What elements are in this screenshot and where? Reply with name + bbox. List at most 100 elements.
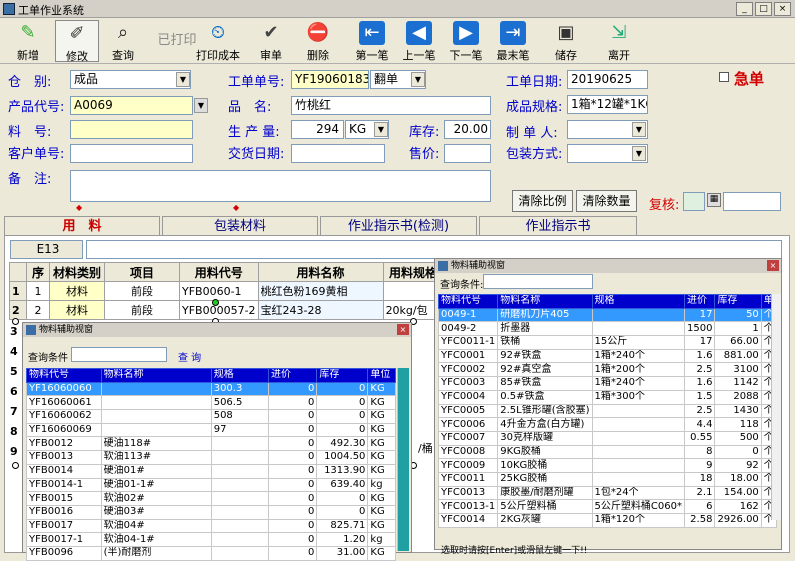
close-icon[interactable]: ×: [767, 260, 779, 271]
list-cell: [210, 491, 269, 506]
cell-item[interactable]: 前段: [104, 281, 180, 301]
query-input[interactable]: [71, 347, 167, 362]
cell-category[interactable]: 材料: [49, 300, 105, 320]
cell-seq[interactable]: 2: [26, 300, 50, 320]
price-field[interactable]: [444, 144, 491, 163]
chevron-down-icon[interactable]: ▼: [194, 98, 208, 113]
review-button[interactable]: ✔ 审单: [249, 20, 293, 62]
chevron-down-icon[interactable]: ▼: [374, 122, 388, 137]
chevron-down-icon[interactable]: ▼: [632, 146, 646, 161]
list-item[interactable]: YFC0001 92#铁盒 1箱*240个 1.6 881.00 个: [437, 348, 777, 364]
review-field[interactable]: [683, 192, 705, 211]
close-window-button[interactable]: ×: [774, 2, 791, 16]
exit-button[interactable]: ⇲ 离开: [597, 20, 641, 62]
cell-item[interactable]: 前段: [104, 300, 180, 320]
list-item[interactable]: YFC0006 4升金方盒(白方罐) 4.4 118 个: [437, 417, 777, 432]
minimize-button[interactable]: _: [736, 2, 753, 16]
save-button[interactable]: ▣ 储存: [544, 20, 588, 62]
rotate-handle[interactable]: [212, 299, 219, 306]
delivery-field[interactable]: [291, 144, 385, 163]
list-item[interactable]: YF16060069 97 0 0 KG: [26, 422, 396, 438]
product-name-field[interactable]: 竹桃红: [291, 96, 491, 115]
scrollbar[interactable]: [771, 294, 781, 520]
cell-name[interactable]: 桃红色粉169黄相: [257, 281, 384, 301]
prev-record-button[interactable]: ◀ 上一笔: [397, 20, 441, 62]
remark-textarea[interactable]: [70, 170, 491, 202]
cell-name[interactable]: 宝红243-28: [257, 300, 384, 320]
list-item[interactable]: YFB0017-1 软油04-1# 0 1.20 kg: [26, 532, 396, 547]
list-item[interactable]: YFB0013 软油113# 0 1004.50 KG: [26, 450, 396, 465]
product-code-field[interactable]: A0069: [70, 96, 193, 115]
list-item[interactable]: YFC0002 92#真空盒 1箱*200个 2.5 3100 个: [437, 362, 777, 378]
tab-instruction[interactable]: 作业指示书: [479, 216, 637, 235]
cell-category[interactable]: 材料: [49, 281, 105, 301]
cell-seq[interactable]: 1: [26, 281, 50, 301]
list-item[interactable]: YFB0015 软油02# 0 0 KG: [26, 491, 396, 506]
list-item[interactable]: 0049-1 研磨机刀片405 17 50 个: [437, 307, 777, 323]
list-item[interactable]: YF16060060 300.3 0 0 KG: [26, 381, 396, 397]
list-item[interactable]: YFC0013 康胶墨/耐磨剂罐 1包*24个 2.1 154.00 个: [437, 485, 777, 501]
query-button[interactable]: ⌕ 查询: [101, 20, 145, 62]
list-item[interactable]: YF16060062 508 0 0 KG: [26, 409, 396, 424]
list-item[interactable]: YFC0013-1 5公斤塑料桶 5公斤塑料桶C060* 6 162 个: [437, 499, 777, 514]
warehouse-select[interactable]: 成品: [70, 70, 191, 89]
list-item[interactable]: YFC0005 2.5L锥形罐(含胶塞) 2.5 1430 个: [437, 403, 777, 419]
list-item[interactable]: YFC0014 2KG灰罐 1箱*120个 2.58 2926.00 个: [437, 513, 777, 528]
tab-packaging[interactable]: 包装材料: [162, 216, 318, 235]
next-record-button[interactable]: ▶ 下一笔: [444, 20, 488, 62]
list-cell: KG: [367, 395, 396, 411]
stock-field[interactable]: 20.00: [444, 120, 491, 139]
list-item[interactable]: YFB0017 软油04# 0 825.71 KG: [26, 518, 396, 534]
qty-field[interactable]: 294: [291, 120, 344, 139]
material-no-field[interactable]: [70, 120, 193, 139]
first-record-button[interactable]: ⇤ 第一笔: [350, 20, 394, 62]
clear-ratio-button[interactable]: 清除比例: [512, 190, 573, 212]
scrollbar[interactable]: [397, 368, 409, 551]
maximize-button[interactable]: □: [755, 2, 772, 16]
order-no-field[interactable]: YF19060183: [291, 70, 369, 89]
urgent-checkbox[interactable]: [719, 72, 729, 82]
list-item[interactable]: YFC0007 30克样版罐 0.55 500 个: [437, 430, 777, 446]
clear-qty-button[interactable]: 清除数量: [576, 190, 637, 212]
delete-button[interactable]: ⛔ 删除: [296, 20, 340, 62]
chevron-down-icon[interactable]: ▼: [176, 72, 190, 87]
list-item[interactable]: YFC0009 10KG胶桶 9 92 个: [437, 458, 777, 473]
customer-no-field[interactable]: [70, 144, 193, 163]
list-item[interactable]: YFC0011-1 铁桶 15公斤 17 66.00 个: [437, 335, 777, 350]
new-button[interactable]: ✎ 新增: [6, 20, 50, 62]
print-cost-button[interactable]: ⏲ 打印成本: [196, 20, 240, 62]
chevron-down-icon[interactable]: ▼: [411, 72, 425, 87]
query-input[interactable]: [483, 274, 593, 289]
edit-button[interactable]: ✐ 修改: [55, 20, 99, 63]
cell-code[interactable]: YFB0060-1: [179, 281, 259, 301]
col-header-category: 材料类别: [49, 262, 105, 282]
list-item[interactable]: YFB0096 (半)耐磨剂 0 31.00 KG: [26, 545, 396, 561]
tab-materials[interactable]: 用 料: [4, 216, 160, 235]
list-item[interactable]: YF16060061 506.5 0 0 KG: [26, 395, 396, 411]
tab-instruction-test[interactable]: 作业指示书(检测): [320, 216, 477, 235]
table-row[interactable]: 1 1 材料 前段 YFB0060-1 桃红色粉169黄相: [9, 281, 444, 301]
printed-button[interactable]: 已打印: [152, 20, 202, 62]
list-item[interactable]: YFC0011 25KG胶桶 18 18.00 个: [437, 471, 777, 487]
resize-handle[interactable]: [12, 462, 19, 469]
resize-handle[interactable]: [12, 318, 19, 325]
spec-field[interactable]: 1箱*12罐*1KG: [567, 95, 648, 114]
list-item[interactable]: YFC0008 9KG胶桶 8 0 个: [437, 444, 777, 460]
list-item[interactable]: 0049-2 折墨器 1500 1 个: [437, 321, 777, 337]
list-item[interactable]: YFC0003 85#铁盒 1箱*240个 1.6 1142 个: [437, 376, 777, 391]
close-icon[interactable]: ×: [397, 324, 409, 335]
review-date-field[interactable]: [723, 192, 781, 211]
table-row[interactable]: 2 2 材料 前段 YFB000057-2 宝红243-28 20kg/包: [9, 300, 444, 320]
list-item[interactable]: YFB0014 硬油01# 0 1313.90 KG: [26, 463, 396, 479]
calendar-icon[interactable]: ▦: [707, 193, 721, 207]
order-date-field[interactable]: 20190625: [567, 70, 648, 89]
list-item[interactable]: YFB0014-1 硬油01-1# 0 639.40 kg: [26, 477, 396, 493]
last-record-button[interactable]: ⇥ 最末笔: [491, 20, 535, 62]
list-item[interactable]: YFB0016 硬油03# 0 0 KG: [26, 504, 396, 520]
chevron-down-icon[interactable]: ▼: [632, 122, 646, 137]
list-cell: 1142: [714, 376, 762, 391]
list-item[interactable]: YFB0012 硬油118# 0 492.30 KG: [26, 436, 396, 452]
list-item[interactable]: YFC0004 0.5#铁盒 1箱*300个 1.5 2088 个: [437, 389, 777, 405]
formula-bar[interactable]: [86, 240, 782, 259]
query-button[interactable]: 查 询: [173, 348, 206, 365]
